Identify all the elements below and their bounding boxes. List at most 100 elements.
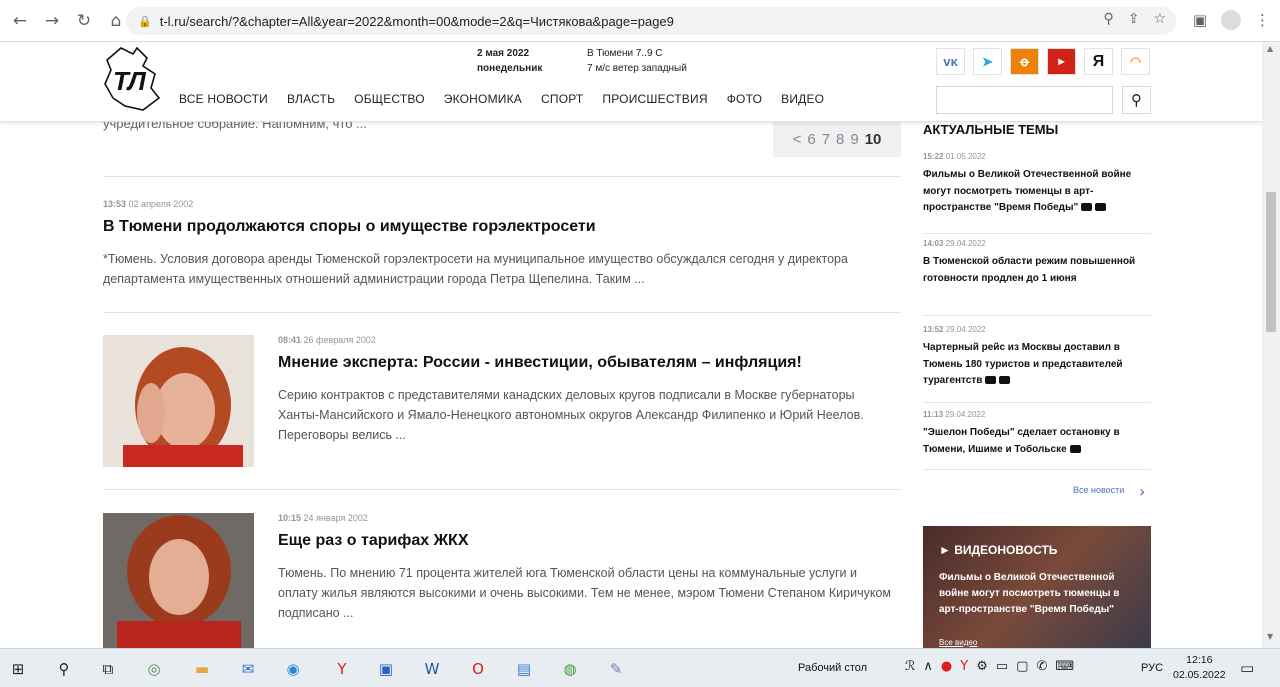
search-icon[interactable]: ⚲ <box>52 657 76 681</box>
article-photo[interactable] <box>103 335 254 467</box>
site-logo[interactable]: ТЛ <box>103 44 163 114</box>
paint-icon[interactable]: ✎ <box>604 657 628 681</box>
all-video-link[interactable]: Все видео <box>939 638 977 647</box>
menu-item-power[interactable]: ВЛАСТЬ <box>287 92 335 106</box>
news-time: 11:13 <box>923 410 944 419</box>
notifications-icon[interactable]: ▭ <box>1240 659 1254 677</box>
mail-icon[interactable]: ✉ <box>236 657 260 681</box>
edge-icon[interactable]: ◉ <box>281 657 305 681</box>
article-snippet: *Тюмень. Условия договора аренды Тюменск… <box>103 252 848 286</box>
news-headline[interactable]: Чартерный рейс из Москвы доставил в Тюме… <box>923 340 1151 390</box>
zoom-icon[interactable]: ⚲ <box>1103 11 1113 27</box>
battery-icon[interactable]: ▭ <box>996 659 1008 674</box>
pager-page[interactable]: 9 <box>850 131 858 148</box>
menu-item-incidents[interactable]: ПРОИСШЕСТВИЯ <box>602 92 707 106</box>
back-icon[interactable]: ← <box>8 9 32 33</box>
pager-page[interactable]: 8 <box>836 131 844 148</box>
yandex-browser-icon[interactable]: Y <box>330 657 354 681</box>
page-scrollbar[interactable]: ▲ ▼ <box>1262 42 1280 648</box>
home-icon[interactable]: ⌂ <box>104 9 128 33</box>
pager-page[interactable]: 7 <box>822 131 830 148</box>
clock[interactable]: 12:16 02.05.2022 <box>1173 653 1226 683</box>
article-time: 08:41 <box>278 335 302 345</box>
menu-item-photo[interactable]: ФОТО <box>727 92 762 106</box>
site-header: ТЛ 2 мая 2022 понедельник В Тюмени 7..9 … <box>0 42 1262 122</box>
odnoklassniki-icon[interactable]: ꝋ <box>1010 48 1039 75</box>
star-icon[interactable]: ☆ <box>1153 11 1166 27</box>
language-indicator[interactable]: РУС <box>1141 662 1163 674</box>
menu-item-society[interactable]: ОБЩЕСТВО <box>354 92 425 106</box>
pager-page[interactable]: 6 <box>807 131 815 148</box>
article-meta: 13:53 02 апреля 2002 <box>103 199 193 209</box>
menu-item-sport[interactable]: СПОРТ <box>541 92 583 106</box>
opera-tray-icon[interactable]: ● <box>941 659 952 674</box>
sidebar-news-item[interactable]: 11:13 29.04.2022 "Эшелон Победы" сделает… <box>923 410 1151 470</box>
vk-icon[interactable]: ᴠᴋ <box>936 48 965 75</box>
yandex-tray-icon[interactable]: Y <box>960 659 968 674</box>
news-meta: 13:52 29.04.2022 <box>923 325 1151 334</box>
article-title[interactable]: Мнение эксперта: России - инвестиции, об… <box>278 354 802 372</box>
menu-item-video[interactable]: ВИДЕО <box>781 92 824 106</box>
chevron-up-icon[interactable]: ∧ <box>923 659 933 674</box>
desktop-toolbar-label[interactable]: Рабочий стол <box>798 662 867 674</box>
video-news-block[interactable]: ► ВИДЕОНОВОСТЬ Фильмы о Великой Отечеств… <box>923 526 1151 648</box>
social-links: ᴠᴋ ➤ ꝋ ▶ Я ◠ <box>936 48 1150 75</box>
news-headline[interactable]: В Тюменской области режим повышенной гот… <box>923 254 1151 287</box>
scroll-down-icon[interactable]: ▼ <box>1267 632 1273 641</box>
news-time: 13:52 <box>923 325 944 334</box>
reload-icon[interactable]: ↻ <box>72 9 96 33</box>
news-headline-text: В Тюменской области режим повышенной гот… <box>923 256 1136 284</box>
forward-icon[interactable]: → <box>40 9 64 33</box>
logo-text: ТЛ <box>113 66 146 96</box>
file-explorer-icon[interactable]: ▬ <box>190 657 214 681</box>
search-icon[interactable]: ⚲ <box>1122 86 1151 114</box>
keyboard-icon[interactable]: ⌨ <box>1055 659 1074 674</box>
all-news-link[interactable]: Все новости <box>1073 485 1124 495</box>
menu-icon[interactable]: ⋮ <box>1255 11 1270 29</box>
network-icon[interactable]: ▢ <box>1016 659 1028 674</box>
news-headline-text: "Эшелон Победы" сделает остановку в Тюме… <box>923 427 1120 455</box>
site-search-input[interactable] <box>936 86 1113 114</box>
menu-item-economy[interactable]: ЭКОНОМИКА <box>444 92 522 106</box>
profile-icon[interactable] <box>1221 10 1241 30</box>
video-news-title[interactable]: Фильмы о Великой Отечественной войне мог… <box>939 570 1139 618</box>
article-title[interactable]: В Тюмени продолжаются споры о имуществе … <box>103 218 596 236</box>
menu-item-all-news[interactable]: ВСЕ НОВОСТИ <box>179 92 268 106</box>
pager-prev[interactable]: < <box>793 131 802 148</box>
rss-icon[interactable]: ◠ <box>1121 48 1150 75</box>
volume-icon[interactable]: ✆ <box>1036 659 1047 674</box>
address-bar[interactable]: 🔒 t-l.ru/search/?&chapter=All&year=2022&… <box>126 7 1176 35</box>
yandex-icon[interactable]: Я <box>1084 48 1113 75</box>
app-icon[interactable]: ◎ <box>142 657 166 681</box>
lock-icon[interactable]: 🔒 <box>138 15 152 28</box>
chrome-icon[interactable]: ◍ <box>558 657 582 681</box>
pen-icon[interactable]: ℛ <box>905 659 915 674</box>
windows-start-icon[interactable]: ⊞ <box>6 657 30 681</box>
chevron-right-icon[interactable]: › <box>1139 482 1145 501</box>
extensions-icon[interactable]: ▣ <box>1193 11 1207 29</box>
app-icon[interactable]: ▣ <box>374 657 398 681</box>
youtube-icon[interactable]: ▶ <box>1047 48 1076 75</box>
sidebar-news-item[interactable]: 13:52 29.04.2022 Чартерный рейс из Москв… <box>923 325 1151 403</box>
opera-icon[interactable]: O <box>466 657 490 681</box>
share-icon[interactable]: ⇪ <box>1128 11 1140 27</box>
url-text[interactable]: t-l.ru/search/?&chapter=All&year=2022&mo… <box>160 14 674 29</box>
task-view-icon[interactable]: ⧉ <box>96 657 120 681</box>
app-icon[interactable]: ▤ <box>512 657 536 681</box>
photo-icon <box>985 376 997 385</box>
sidebar-title: АКТУАЛЬНЫЕ ТЕМЫ <box>923 122 1059 137</box>
article-title[interactable]: Еще раз о тарифах ЖКХ <box>278 532 468 550</box>
word-icon[interactable]: W <box>420 657 444 681</box>
tray-app-icon[interactable]: ⚙ <box>976 659 988 674</box>
main-menu: ВСЕ НОВОСТИ ВЛАСТЬ ОБЩЕСТВО ЭКОНОМИКА СП… <box>179 92 824 106</box>
scroll-up-icon[interactable]: ▲ <box>1267 44 1273 53</box>
news-headline[interactable]: "Эшелон Победы" сделает остановку в Тюме… <box>923 425 1151 458</box>
telegram-icon[interactable]: ➤ <box>973 48 1002 75</box>
news-meta: 14:03 29.04.2022 <box>923 239 1151 248</box>
article-photo[interactable] <box>103 513 254 648</box>
sidebar-news-item[interactable]: 15:22 01.05.2022 Фильмы о Великой Отечес… <box>923 152 1151 234</box>
news-headline[interactable]: Фильмы о Великой Отечественной войне мог… <box>923 167 1151 217</box>
scrollbar-thumb[interactable] <box>1266 192 1276 332</box>
search-results: учредительное собрание. Напомним, что ..… <box>103 122 903 648</box>
sidebar-news-item[interactable]: 14:03 29.04.2022 В Тюменской области реж… <box>923 239 1151 316</box>
